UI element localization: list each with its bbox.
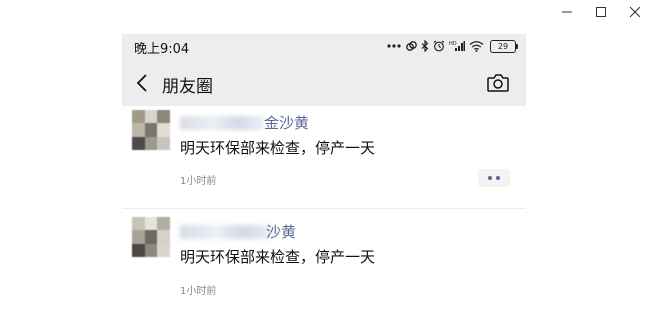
camera-button[interactable] xyxy=(486,72,510,94)
svg-text:HD: HD xyxy=(449,41,457,47)
status-bar: 晚上9:04 HD 29 xyxy=(122,34,526,60)
nav-bar: 朋友圈 xyxy=(122,60,526,106)
bluetooth-icon xyxy=(421,40,429,52)
moment-post: 沙黄 明天环保部来检查，停产一天 1小时前 xyxy=(122,209,526,320)
status-icons: HD 29 xyxy=(387,38,518,54)
window-controls xyxy=(550,0,652,24)
minimize-icon xyxy=(562,11,572,13)
name-redacted xyxy=(180,116,264,130)
phone-screen: 晚上9:04 HD 29 朋友圈 金沙黄 明天环保部来检查，停产一天 1小时前 … xyxy=(122,34,526,320)
name-redacted xyxy=(180,225,272,239)
post-content: 明天环保部来检查，停产一天 xyxy=(180,248,376,266)
link-icon xyxy=(406,41,417,51)
page-title: 朋友圈 xyxy=(162,77,213,97)
more-dots-icon xyxy=(387,44,401,48)
camera-icon xyxy=(487,74,509,92)
hd-signal-icon: HD xyxy=(449,41,465,51)
post-time: 1小时前 xyxy=(180,176,217,187)
wifi-icon xyxy=(469,41,484,52)
avatar[interactable] xyxy=(132,217,170,257)
status-time: 晚上9:04 xyxy=(134,42,190,57)
chevron-left-icon xyxy=(136,74,147,92)
author-name[interactable]: 金沙黄 xyxy=(264,112,309,133)
post-time: 1小时前 xyxy=(180,286,217,297)
battery-icon: 29 xyxy=(490,39,518,53)
avatar[interactable] xyxy=(132,110,170,150)
post-content: 明天环保部来检查，停产一天 xyxy=(180,139,376,157)
close-button[interactable] xyxy=(618,0,652,24)
close-icon xyxy=(629,6,641,18)
comment-button[interactable] xyxy=(478,169,510,187)
maximize-button[interactable] xyxy=(584,0,618,24)
maximize-icon xyxy=(596,7,606,17)
minimize-button[interactable] xyxy=(550,0,584,24)
author-name[interactable]: 沙黄 xyxy=(266,221,296,242)
alarm-icon xyxy=(433,40,445,52)
moment-post: 金沙黄 明天环保部来检查，停产一天 1小时前 xyxy=(122,106,526,208)
back-button[interactable] xyxy=(134,72,154,94)
more-dots-icon xyxy=(488,176,492,180)
